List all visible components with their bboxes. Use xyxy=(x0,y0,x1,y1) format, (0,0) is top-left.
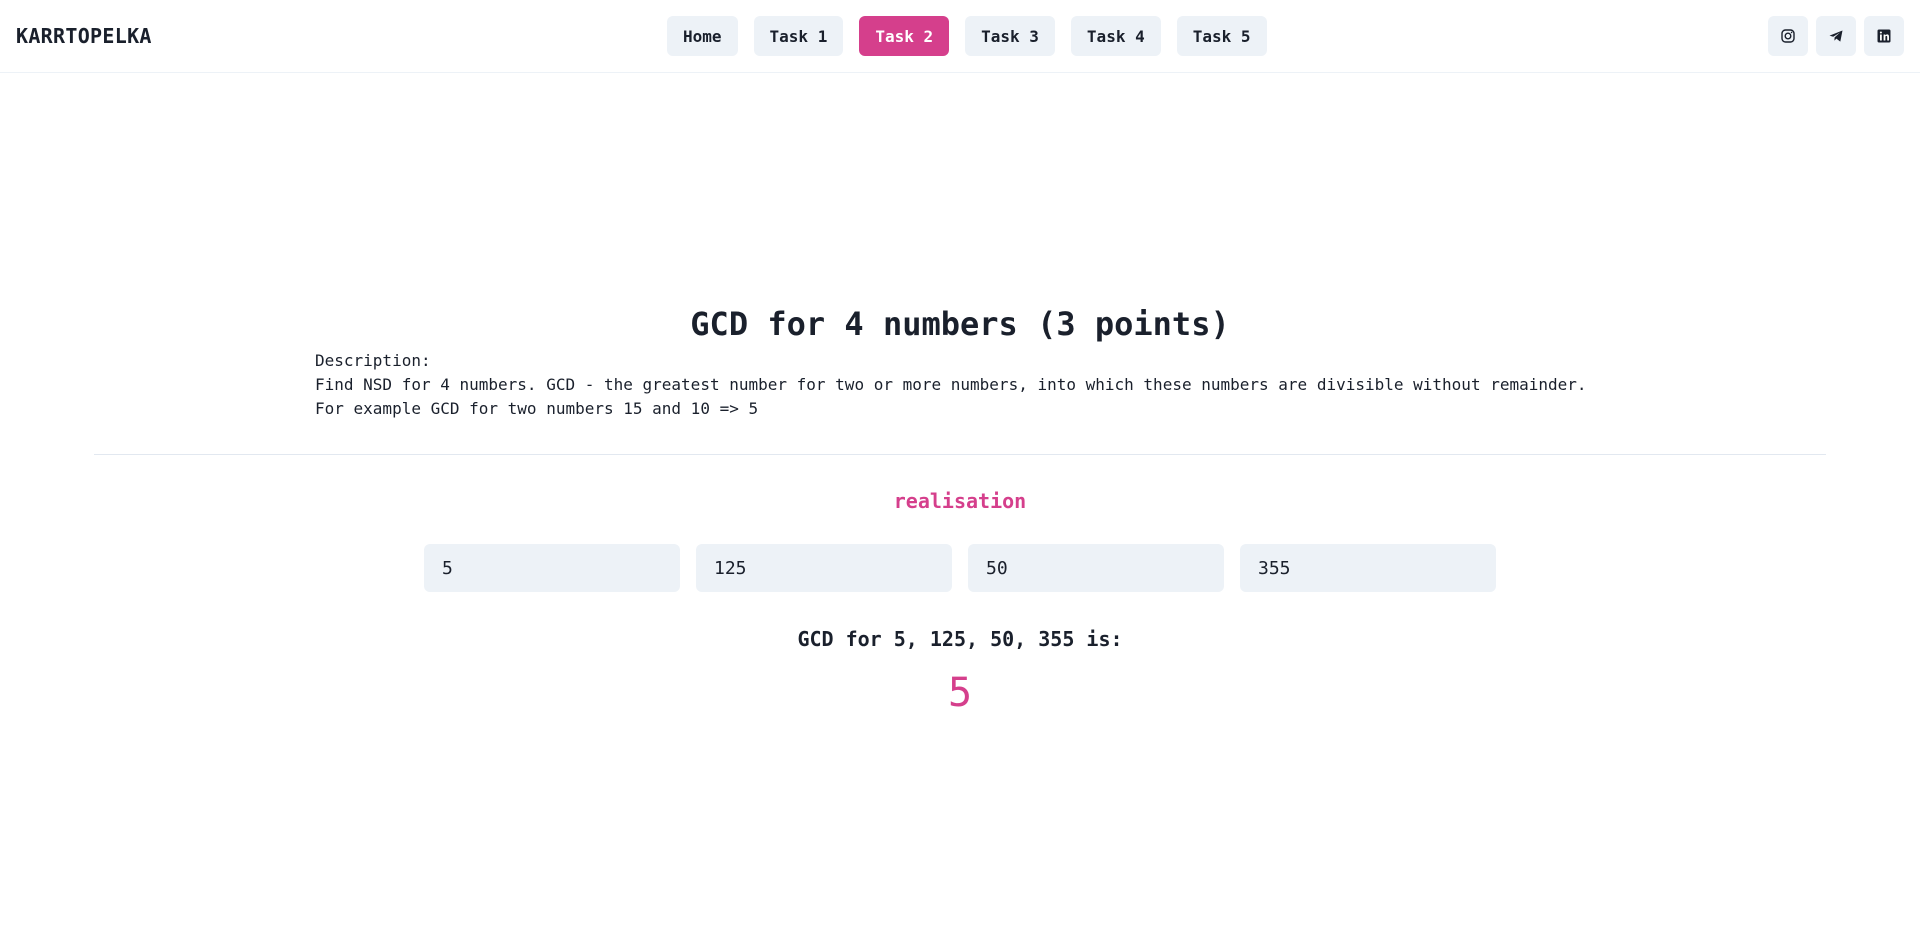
number-input-2[interactable] xyxy=(696,544,952,592)
instagram-icon xyxy=(1781,29,1795,43)
number-input-4[interactable] xyxy=(1240,544,1496,592)
task-description: Description: Find NSD for 4 numbers. GCD… xyxy=(315,349,1715,421)
social-links xyxy=(1768,16,1904,56)
nav-home-button[interactable]: Home xyxy=(667,16,738,56)
nav-task-4-button[interactable]: Task 4 xyxy=(1070,16,1161,56)
linkedin-icon xyxy=(1877,29,1891,43)
number-input-3[interactable] xyxy=(968,544,1224,592)
page-title: GCD for 4 numbers (3 points) xyxy=(690,305,1230,343)
realisation-heading: realisation xyxy=(893,489,1027,513)
linkedin-button[interactable] xyxy=(1864,16,1904,56)
description-heading: Description: xyxy=(315,351,431,370)
nav-task-2-button[interactable]: Task 2 xyxy=(859,16,950,56)
result-label: GCD for 5, 125, 50, 355 is: xyxy=(797,627,1123,651)
brand-logo[interactable]: KARRTOPELKA xyxy=(16,24,152,48)
divider xyxy=(94,454,1826,455)
nav-links: Home Task 1 Task 2 Task 3 Task 4 Task 5 xyxy=(667,16,1267,56)
telegram-button[interactable] xyxy=(1816,16,1856,56)
number-input-1[interactable] xyxy=(424,544,680,592)
telegram-icon xyxy=(1829,30,1843,42)
description-example: For example GCD for two numbers 15 and 1… xyxy=(315,399,759,418)
description-text: Find NSD for 4 numbers. GCD - the greate… xyxy=(315,375,1587,394)
nav-task-5-button[interactable]: Task 5 xyxy=(1176,16,1267,56)
nav-task-3-button[interactable]: Task 3 xyxy=(965,16,1055,56)
instagram-button[interactable] xyxy=(1768,16,1808,56)
navbar: KARRTOPELKA Home Task 1 Task 2 Task 3 Ta… xyxy=(0,0,1920,73)
result-value: 5 xyxy=(947,670,973,716)
number-inputs xyxy=(424,544,1496,592)
nav-task-1-button[interactable]: Task 1 xyxy=(753,16,844,56)
